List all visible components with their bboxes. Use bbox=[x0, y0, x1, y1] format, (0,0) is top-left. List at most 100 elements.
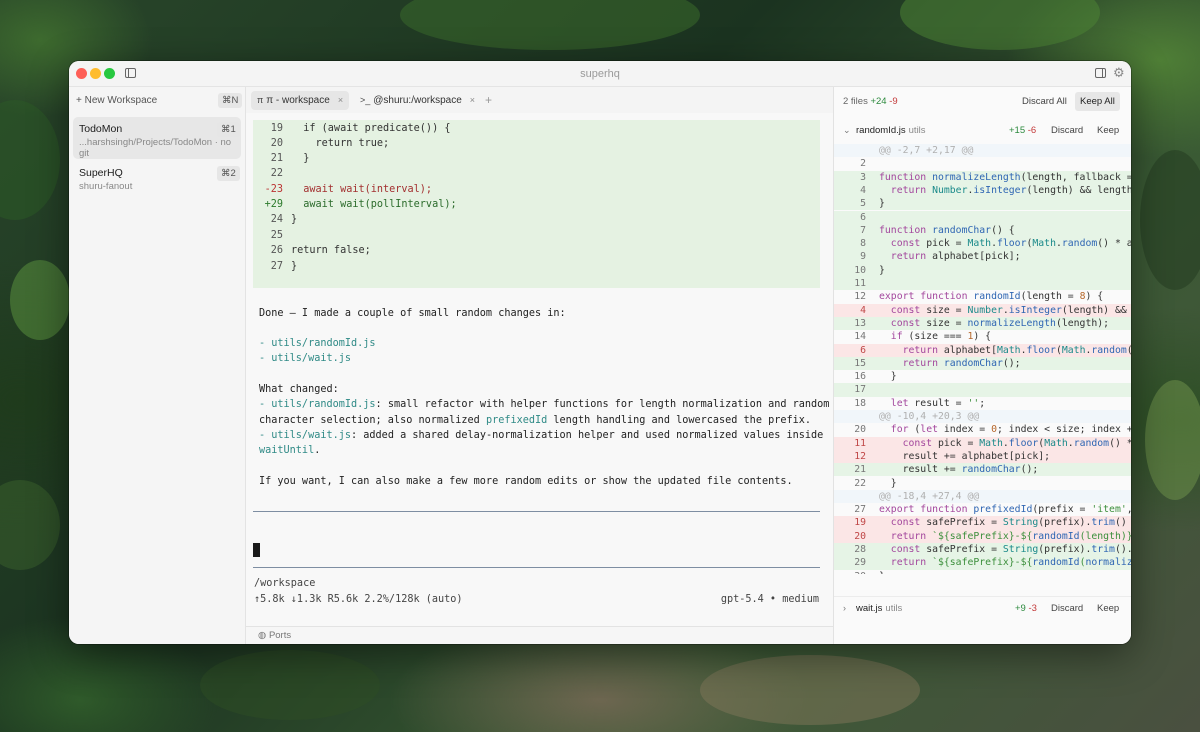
diff-line: 22 } bbox=[854, 477, 897, 489]
code-line: 26 return false; bbox=[270, 245, 371, 256]
workspace-shortcut: ⌘1 bbox=[217, 122, 240, 137]
diff-line: 11 const pick = Math.floor(Math.random()… bbox=[834, 436, 1131, 450]
diff-hunk-header: @@ -18,4 +27,4 @@ bbox=[834, 489, 1131, 504]
new-workspace-button[interactable]: + New Workspace bbox=[76, 95, 157, 106]
ports-button[interactable]: ◍ Ports bbox=[258, 630, 291, 641]
message-line: - utils/wait.js: added a shared delay-no… bbox=[259, 430, 824, 441]
input-top-rule bbox=[253, 511, 820, 512]
diff-line: 12 export function randomId(length = 8) { bbox=[854, 291, 1104, 303]
new-workspace-shortcut: ⌘N bbox=[218, 93, 243, 108]
diff-line: 15 return randomChar(); bbox=[834, 356, 1131, 371]
bottom-bar: ◍ Ports bbox=[246, 626, 833, 644]
workspace-path: shuru-fanout bbox=[79, 181, 133, 192]
diff-line: 20 return `${safePrefix}-${randomId(leng… bbox=[834, 529, 1131, 543]
text-input-cursor[interactable] bbox=[253, 543, 260, 557]
diff-line: 4 return Number.isInteger(length) && len… bbox=[834, 183, 1131, 198]
add-tab-button[interactable]: + bbox=[485, 93, 492, 107]
diff-line: 28 const safePrefix = String(prefix).tri… bbox=[834, 543, 1131, 557]
message-line: character selection; also normalized pre… bbox=[259, 415, 812, 426]
diff-view: @@ -2,7 +2,17 @@ 2 3 function normalizeLeng… bbox=[834, 144, 1131, 574]
message-file-link[interactable]: - utils/randomId.js bbox=[259, 336, 376, 351]
message-line: - utils/randomId.js: small refactor with… bbox=[259, 399, 830, 410]
workspace-sidebar: + New Workspace ⌘N TodoMon ⌘1 ...harshsi… bbox=[69, 87, 246, 644]
diff-hunk-header: @@ -10,4 +20,3 @@ bbox=[834, 410, 1131, 424]
diff-line: 2 bbox=[860, 158, 866, 170]
diff-hunk-header: @@ -2,7 +2,17 @@ bbox=[834, 144, 1131, 158]
code-line: 25 bbox=[270, 230, 283, 241]
code-line: 21 } bbox=[270, 153, 310, 164]
code-line: 19 if (await predicate()) { bbox=[270, 123, 451, 134]
diff-line: 29 return `${safePrefix}-${randomId(norm… bbox=[834, 556, 1131, 570]
diff-line: 19 const safePrefix = String(prefix).tri… bbox=[834, 516, 1131, 530]
file-header-wait[interactable]: › wait.js utils +9 -3 Discard Keep bbox=[834, 596, 1131, 620]
diff-line: 6 return alphabet[Math.floor(Math.random… bbox=[834, 343, 1131, 357]
gear-icon[interactable]: ⚙ bbox=[1113, 66, 1125, 80]
model-label: gpt-5.4 • medium bbox=[720, 594, 819, 605]
diff-line: 21 result += randomChar(); bbox=[834, 463, 1131, 477]
workspace-path: ...harshsingh/Projects/TodoMon · no git bbox=[79, 137, 232, 159]
code-line-removed: -23 await wait(interval); bbox=[264, 184, 433, 195]
diff-line: 4 const size = Number.isInteger(length) … bbox=[834, 303, 1131, 317]
diff-line: 17 bbox=[834, 383, 1131, 397]
globe-icon: ◍ bbox=[258, 630, 267, 641]
app-window: superhq ⚙ + New Workspace ⌘N TodoMon ⌘1 … bbox=[69, 61, 1131, 644]
diff-line: 30} bbox=[834, 570, 1131, 574]
workspace-item-superhq[interactable]: SuperHQ ⌘2 shuru-fanout bbox=[73, 161, 241, 203]
chevron-down-icon[interactable]: ⌄ bbox=[843, 125, 851, 136]
code-line: 22 bbox=[270, 168, 283, 179]
terminal-area: ππ - workspace × >_ @shuru:/workspace × + 1… bbox=[246, 87, 833, 644]
message-line: waitUntil. bbox=[259, 445, 321, 456]
chevron-right-icon[interactable]: › bbox=[843, 603, 846, 613]
close-icon[interactable]: × bbox=[338, 95, 343, 105]
window-title: superhq bbox=[580, 68, 620, 80]
keep-all-button[interactable]: Keep All bbox=[1075, 92, 1120, 111]
code-line: 27} bbox=[270, 261, 298, 272]
title-bar: superhq ⚙ bbox=[69, 61, 1131, 87]
workspace-shortcut: ⌘2 bbox=[217, 166, 240, 181]
diff-panel: 2 files +24 -9 Discard All Keep All ⌄ ra… bbox=[833, 87, 1131, 644]
cwd-path: /workspace bbox=[254, 578, 316, 589]
discard-file-button[interactable]: Discard bbox=[1051, 603, 1083, 614]
diff-line: 9 return alphabet[pick]; bbox=[834, 250, 1131, 264]
terminal-icon: >_ bbox=[360, 95, 371, 105]
diff-line: 10} bbox=[834, 263, 1131, 277]
input-bottom-rule bbox=[253, 567, 820, 568]
diff-line: 27 export function prefixedId(prefix = 'i… bbox=[854, 504, 1131, 516]
diff-line: 7 function randomChar() { bbox=[834, 223, 1131, 238]
diff-line: 18 let result = ''; bbox=[854, 397, 986, 409]
code-diff-block: 19 if (await predicate()) { 20 return tr… bbox=[253, 120, 820, 288]
workspace-name: TodoMon bbox=[79, 123, 123, 135]
keep-file-button[interactable]: Keep bbox=[1097, 125, 1119, 136]
code-line: 24} bbox=[270, 214, 298, 225]
token-stats: ↑5.8k ↓1.3k R5.6k 2.2%/128k (auto) bbox=[254, 594, 463, 605]
diff-line: 11 bbox=[834, 277, 1131, 291]
diff-summary: 2 files +24 -9 bbox=[843, 96, 898, 107]
diff-line: 20 for (let index = 0; index < size; ind… bbox=[854, 424, 1131, 436]
tab-bar: ππ - workspace × >_ @shuru:/workspace × + bbox=[246, 87, 833, 113]
tab-shuru-workspace[interactable]: >_ @shuru:/workspace × bbox=[354, 91, 481, 110]
discard-file-button[interactable]: Discard bbox=[1051, 125, 1083, 136]
diff-line: 16 } bbox=[854, 371, 897, 383]
diff-line: 12 result += alphabet[pick]; bbox=[834, 449, 1131, 464]
workspace-item-todomon[interactable]: TodoMon ⌘1 ...harshsingh/Projects/TodoMo… bbox=[73, 117, 241, 159]
diff-line: 13 const size = normalizeLength(length); bbox=[834, 316, 1131, 331]
message-file-link[interactable]: - utils/wait.js bbox=[259, 351, 351, 366]
right-panel-toggle-icon[interactable] bbox=[1095, 68, 1106, 78]
pi-icon: π bbox=[257, 95, 264, 105]
tab-pi-workspace[interactable]: ππ - workspace × bbox=[251, 91, 350, 110]
tab-label: @shuru:/workspace bbox=[373, 95, 462, 106]
workspace-name: SuperHQ bbox=[79, 167, 123, 179]
file-header-randomid[interactable]: ⌄ randomId.js utils +15 -6 Discard Keep bbox=[834, 119, 1131, 143]
message-heading: What changed: bbox=[259, 384, 339, 395]
keep-file-button[interactable]: Keep bbox=[1097, 603, 1119, 614]
diff-line: 5} bbox=[834, 197, 1131, 211]
message-intro: Done — I made a couple of small random c… bbox=[259, 308, 566, 319]
diff-line: 8 const pick = Math.floor(Math.random() … bbox=[834, 237, 1131, 251]
code-line: 20 return true; bbox=[270, 138, 390, 149]
discard-all-button[interactable]: Discard All bbox=[1017, 92, 1072, 111]
close-icon[interactable]: × bbox=[470, 95, 475, 105]
message-outro: If you want, I can also make a few more … bbox=[259, 476, 793, 487]
tab-label: π - workspace bbox=[266, 95, 330, 106]
diff-line: 3 function normalizeLength(length, fallba… bbox=[834, 170, 1131, 184]
diff-line: 14 if (size === 1) { bbox=[854, 331, 992, 343]
